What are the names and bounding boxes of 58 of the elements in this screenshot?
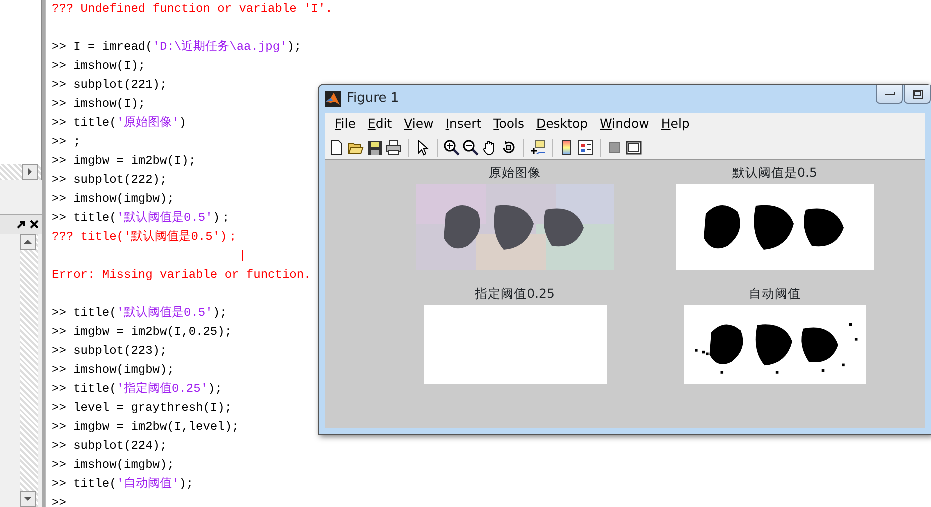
prompt: >> [52,39,66,56]
command-text: ; [74,134,81,151]
prompt: >> [52,77,66,94]
menu-item[interactable]: Insert [440,115,488,134]
command-text: subplot(223); [74,343,168,360]
error-message: ??? Undefined function or variable 'I'. [52,1,333,18]
prompt: >> [52,96,66,113]
prompt: >> [52,343,66,360]
command-text: imshow(imgbw); [74,191,174,208]
menu-item[interactable]: File [329,115,362,134]
prompt: >> [52,305,66,322]
plot-title: 原始图像 [489,164,541,182]
command-text: imgbw = im2bw(I,level); [74,419,240,436]
prompt: >> [52,324,66,341]
command-text: title('原始图像') [74,115,186,132]
command-text: I = imread('D:\近期任务\aa.jpg'); [74,39,302,56]
plot-title: 指定阈值0.25 [475,285,555,303]
command-text: imshow(imgbw); [74,457,174,474]
command-text: title('自动阈值'); [74,476,194,493]
plot-title: 默认阈值是0.5 [732,164,818,182]
command-text: imshow(I); [74,96,146,113]
prompt: >> [52,457,66,474]
menu-item[interactable]: Help [655,115,696,134]
command-text: imgbw = im2bw(I); [74,153,196,170]
menu-item[interactable]: Tools [488,115,530,134]
prompt: >> [52,381,66,398]
menu-item[interactable]: Window [594,115,656,134]
prompt: >> [52,58,66,75]
command-text: subplot(222); [74,172,168,189]
prompt: >> [52,362,66,379]
prompt: >> [52,172,66,189]
prompt: >> [52,476,66,493]
prompt: >> [52,191,66,208]
prompt: >> [52,495,66,507]
menu-item[interactable]: Desktop [530,115,594,134]
prompt: >> [52,134,66,151]
error-message: Error: Missing variable or function. [52,267,312,284]
command-text: imgbw = im2bw(I,0.25); [74,324,232,341]
command-text: imshow(I); [74,58,146,75]
prompt: >> [52,153,66,170]
menu-item[interactable]: View [398,115,440,134]
prompt: >> [52,438,66,455]
window-title: Figure 1 [347,90,400,108]
error-caret: | [239,248,246,265]
command-text: title('指定阈值0.25'); [74,381,222,398]
command-text: subplot(224); [74,438,168,455]
error-message: ??? title('默认阈值是0.5')； [52,229,240,246]
prompt: >> [52,419,66,436]
command-text: level = graythresh(I); [74,400,232,417]
command-text: subplot(221); [74,77,168,94]
prompt: >> [52,210,66,227]
command-text: title('默认阈值是0.5')； [74,210,232,227]
command-text: imshow(imgbw); [74,362,174,379]
prompt: >> [52,115,66,132]
menu-item[interactable]: Edit [362,115,398,134]
plot-title: 自动阈值 [749,285,801,303]
command-text: title('默认阈值是0.5'); [74,305,228,322]
prompt: >> [52,400,66,417]
